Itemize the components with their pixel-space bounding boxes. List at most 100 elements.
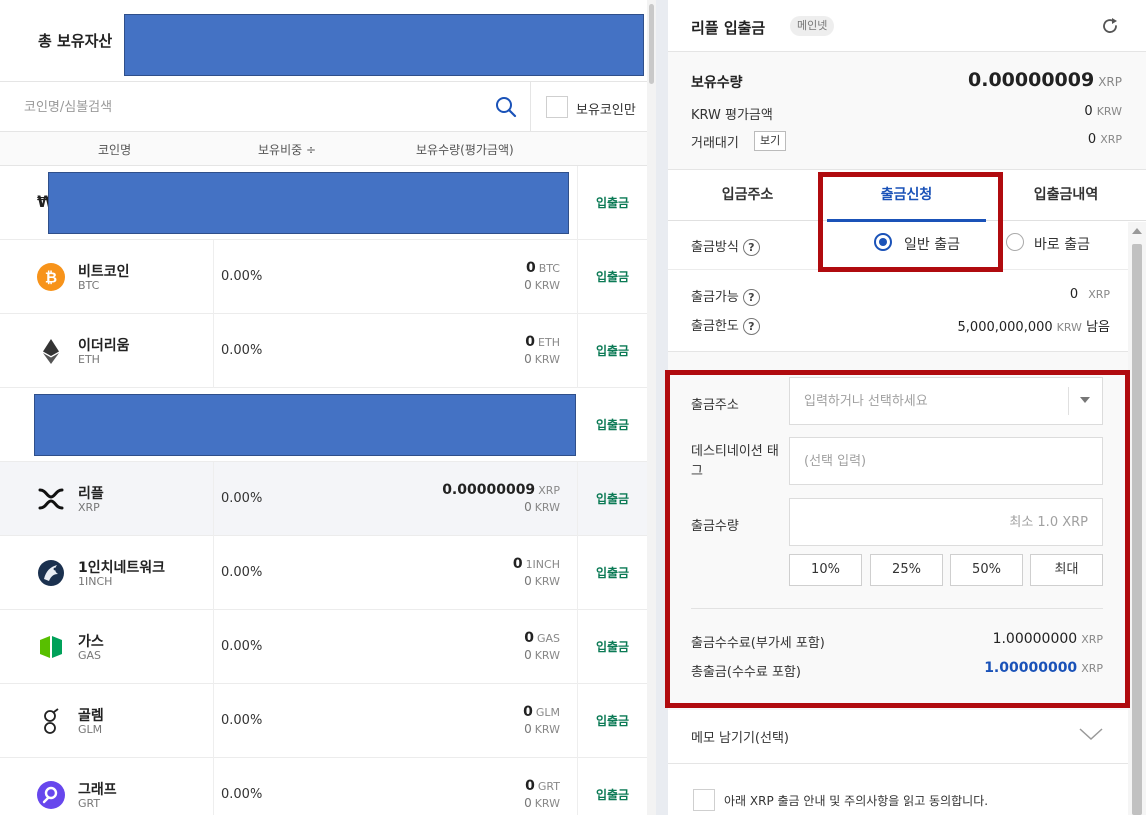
gas-icon <box>40 636 62 658</box>
tab-withdraw-request[interactable]: 출금신청 <box>827 170 986 222</box>
chevron-down-icon[interactable] <box>1078 726 1104 742</box>
table-row-redacted[interactable]: 입출금 <box>0 388 647 462</box>
right-scrollbar[interactable] <box>1128 222 1146 815</box>
coin-ratio: 0.00% <box>221 713 263 728</box>
agree-label[interactable]: 아래 XRP 출금 안내 및 주의사항을 읽고 동의합니다. <box>724 792 988 809</box>
radio-instant-withdraw[interactable] <box>1006 233 1024 251</box>
1inch-icon <box>38 560 64 586</box>
coin-name: 이더리움 <box>78 338 130 354</box>
help-icon[interactable]: ? <box>742 318 760 335</box>
refresh-icon[interactable] <box>1100 16 1120 36</box>
deposit-withdraw-button-gas[interactable]: 입출금 <box>578 610 647 684</box>
table-row-1inch[interactable]: 1인치네트워크 1INCH 0.00% 0 1INCH 0 KRW 입출금 <box>0 536 647 610</box>
left-scrollbar[interactable] <box>647 0 656 815</box>
coin-krw: 0 KRW <box>524 278 560 292</box>
withdraw-tabs: 입금주소 출금신청 입출금내역 <box>668 170 1146 222</box>
total-assets-label: 총 보유자산 <box>38 32 113 50</box>
col-holding-ratio[interactable]: 보유비중 ÷ <box>258 141 316 158</box>
pct-50-button[interactable]: 50% <box>950 554 1023 586</box>
coin-symbol: ETH <box>78 353 100 366</box>
available-label: 출금가능? <box>691 286 760 306</box>
help-icon[interactable]: ? <box>742 289 760 306</box>
help-icon[interactable]: ? <box>742 239 760 256</box>
form-divider <box>691 608 1103 609</box>
coin-qty: 0 BTC <box>526 260 560 276</box>
redacted-total-assets <box>124 14 644 76</box>
coin-symbol: BTC <box>78 279 100 292</box>
right-scrollbar-thumb[interactable] <box>1132 244 1142 815</box>
table-row-xrp[interactable]: 리플 XRP 0.00% 0.00000009 XRP 0 KRW 입출금 <box>0 462 647 536</box>
normal-withdraw-label[interactable]: 일반 출금 <box>904 234 960 254</box>
agree-checkbox[interactable] <box>693 789 715 811</box>
coin-name: 그래프 <box>78 782 117 798</box>
instant-withdraw-label[interactable]: 바로 출금 <box>1034 234 1090 254</box>
radio-normal-withdraw[interactable] <box>874 233 892 251</box>
own-coins-checkbox[interactable] <box>546 96 568 118</box>
fee-value: 1.00000000 XRP <box>993 631 1103 647</box>
redacted-coin-row <box>34 394 576 456</box>
coin-krw: 0 KRW <box>524 574 560 588</box>
pending-value: 0 XRP <box>1088 132 1122 147</box>
deposit-withdraw-button-krw[interactable]: 입출금 <box>578 166 647 240</box>
table-row-glm[interactable]: 골렘 GLM 0.00% 0 GLM 0 KRW 입출금 <box>0 684 647 758</box>
table-row-krw[interactable]: ₩ 입출금 <box>0 166 647 240</box>
total-amount: 1.00000000 <box>984 660 1078 676</box>
limit-label: 출금한도? <box>691 315 760 335</box>
krw-value: 0 <box>524 574 532 588</box>
deposit-withdraw-button-btc[interactable]: 입출금 <box>578 240 647 314</box>
tab-history[interactable]: 입출금내역 <box>986 170 1146 221</box>
qty-value: 0 <box>523 704 533 720</box>
fee-amount: 1.00000000 <box>992 631 1078 647</box>
coin-name: 1인치네트워크 <box>78 560 166 576</box>
available-label-text: 출금가능 <box>691 290 739 305</box>
view-pending-button[interactable]: 보기 <box>754 131 787 151</box>
deposit-withdraw-button-redacted[interactable]: 입출금 <box>578 388 647 462</box>
search-row: 보유코인만 <box>0 82 647 132</box>
withdraw-panel-header: 리플 입출금 메인넷 <box>668 0 1146 52</box>
table-row-gas[interactable]: 가스 GAS 0.00% 0 GAS 0 KRW 입출금 <box>0 610 647 684</box>
withdraw-address-input[interactable] <box>789 377 1103 425</box>
qty-unit: ETH <box>538 336 560 349</box>
deposit-withdraw-button-eth[interactable]: 입출금 <box>578 314 647 388</box>
pct-25-button[interactable]: 25% <box>870 554 943 586</box>
section-spacer <box>668 352 1128 370</box>
table-row-eth[interactable]: 이더리움 ETH 0.00% 0 ETH 0 KRW 입출금 <box>0 314 647 388</box>
search-icon[interactable] <box>494 95 518 119</box>
krw-value: 0 <box>524 796 532 810</box>
krw-unit: KRW <box>534 797 560 810</box>
fee-unit: XRP <box>1081 633 1103 646</box>
scroll-up-icon[interactable] <box>1132 228 1142 234</box>
deposit-withdraw-button-glm[interactable]: 입출금 <box>578 684 647 758</box>
graph-icon <box>37 781 65 809</box>
krw-eval-unit: KRW <box>1096 105 1122 118</box>
withdraw-method-row: 출금방식? 일반 출금 바로 출금 <box>668 222 1128 270</box>
total-value: 1.00000000 XRP <box>984 660 1103 676</box>
destination-tag-input[interactable] <box>789 437 1103 485</box>
deposit-withdraw-button-1inch[interactable]: 입출금 <box>578 536 647 610</box>
limit-value: 5,000,000,000 KRW 남음 <box>958 316 1110 335</box>
golem-icon <box>44 708 59 734</box>
deposit-withdraw-button-grt[interactable]: 입출금 <box>578 758 647 815</box>
tab-deposit-address[interactable]: 입금주소 <box>668 170 827 221</box>
withdraw-amount-input[interactable] <box>789 498 1103 546</box>
pct-max-button[interactable]: 최대 <box>1030 554 1103 586</box>
qty-unit: 1INCH <box>525 558 560 571</box>
krw-eval-amount: 0 <box>1084 104 1093 119</box>
table-row-btc[interactable]: ₿ 비트코인 BTC 0.00% 0 BTC 0 KRW 입출금 <box>0 240 647 314</box>
memo-row[interactable]: 메모 남기기(선택) <box>668 710 1128 764</box>
available-value: 0 XRP <box>1070 287 1110 302</box>
left-scrollbar-thumb[interactable] <box>649 4 654 84</box>
coin-krw: 0 KRW <box>524 722 560 736</box>
cell-divider <box>213 240 214 314</box>
table-row-grt[interactable]: 그래프 GRT 0.00% 0 GRT 0 KRW 입출금 <box>0 758 647 815</box>
deposit-withdraw-button-xrp[interactable]: 입출금 <box>578 462 647 536</box>
limit-suffix: 남음 <box>1086 320 1110 335</box>
coin-qty: 0 GLM <box>523 704 560 720</box>
coin-search-input[interactable] <box>24 92 484 122</box>
coin-ratio: 0.00% <box>221 787 263 802</box>
withdraw-limits: 출금가능? 0 XRP 출금한도? 5,000,000,000 KRW 남음 <box>668 270 1128 352</box>
pct-10-button[interactable]: 10% <box>789 554 862 586</box>
pending-label: 거래대기 <box>691 136 739 151</box>
col-coin-name: 코인명 <box>98 143 132 157</box>
coin-krw: 0 KRW <box>524 500 560 514</box>
